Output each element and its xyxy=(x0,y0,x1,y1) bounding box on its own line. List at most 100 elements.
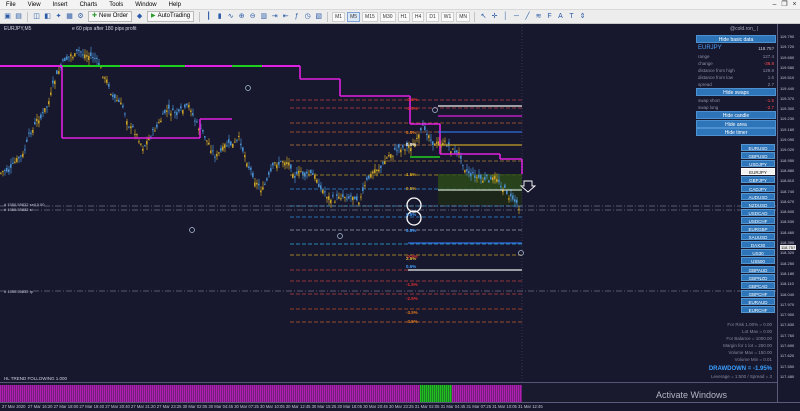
hide-timer-button[interactable]: Hide timer xyxy=(696,128,776,136)
period-icon[interactable]: ◷ xyxy=(303,12,312,21)
zone-box-dark xyxy=(438,191,522,205)
tile-windows-icon[interactable]: ▥ xyxy=(259,12,268,21)
panel-row-3: distance from low 1.6 xyxy=(696,74,776,81)
timeframe-m15[interactable]: M15 xyxy=(362,11,378,22)
symbol-button-gbpaud[interactable]: GBPAUD xyxy=(741,265,775,273)
symbol-button-gbpusd[interactable]: GBPUSD xyxy=(741,152,775,160)
symbol-button-gbpchf[interactable]: GBPCHF xyxy=(741,289,775,297)
menu-insert[interactable]: Insert xyxy=(47,0,74,10)
symbol-button-audusd[interactable]: AUDUSD xyxy=(741,192,775,200)
menu-tools[interactable]: Tools xyxy=(103,0,129,10)
menu-file[interactable]: File xyxy=(0,0,22,10)
timeframe-m5[interactable]: M5 xyxy=(347,11,361,22)
symbol-button-eurchf[interactable]: EURCHF xyxy=(741,306,775,313)
symbol-button-eurgbp[interactable]: EURGBP xyxy=(741,225,775,232)
chart-canvas[interactable] xyxy=(0,24,777,382)
symbol-button-gbpcad[interactable]: GBPCAD xyxy=(741,281,775,289)
price-chart[interactable]: EURJPY,M5 e 60 pips after 180 pips profi… xyxy=(0,24,800,407)
symbol-button-gbpnzd[interactable]: GBPNZD xyxy=(741,273,775,281)
crosshair-icon[interactable]: ✛ xyxy=(490,12,499,21)
indicator-bar xyxy=(148,385,150,403)
terminal-icon[interactable]: ▦ xyxy=(65,12,74,21)
timeframe-m1[interactable]: M1 xyxy=(332,11,346,22)
channel-icon[interactable]: ≋ xyxy=(534,12,543,21)
zoom-in-icon[interactable]: ⊕ xyxy=(237,12,246,21)
candle-body xyxy=(434,143,436,146)
symbol-button-eurusd[interactable]: EURUSD xyxy=(741,144,775,151)
tester-icon[interactable]: ⚙ xyxy=(76,12,85,21)
close-icon[interactable]: × xyxy=(790,0,799,9)
price-tick: 119.440 xyxy=(780,85,795,91)
timeframe-m30[interactable]: M30 xyxy=(379,11,396,22)
auto-scroll-icon[interactable]: ⇥ xyxy=(270,12,279,21)
price-tick: 118.040 xyxy=(780,291,795,297)
label-icon[interactable]: T xyxy=(567,12,576,21)
timeframe-d1[interactable]: D1 xyxy=(426,11,439,22)
indicator-bar xyxy=(494,385,496,403)
price-scale[interactable]: 119.790 119.720 119.650 119.580 119.510 119.4… xyxy=(777,24,800,402)
fibonacci-icon[interactable]: F xyxy=(545,12,554,21)
symbol-button-eurjpy[interactable]: EURJPY xyxy=(741,168,775,176)
templates-icon[interactable]: ▧ xyxy=(314,12,323,21)
data-window-icon[interactable]: ◧ xyxy=(43,12,52,21)
autotrading-label: AutoTrading xyxy=(157,13,191,19)
hide-basic-data-button[interactable]: Hide basic data xyxy=(696,35,776,43)
zoom-out-icon[interactable]: ⊖ xyxy=(248,12,257,21)
menu-help[interactable]: Help xyxy=(163,0,187,10)
hide-candle-button[interactable]: Hide candle xyxy=(696,111,776,119)
autotrading-button[interactable]: ▶ AutoTrading xyxy=(147,11,195,22)
timeframe-mn[interactable]: MN xyxy=(456,11,471,22)
symbol-button-usdcad[interactable]: USDCAD xyxy=(741,208,775,216)
symbol-button-euraud[interactable]: EURAUD xyxy=(741,297,775,305)
bar-chart-icon[interactable]: ┃ xyxy=(204,12,213,21)
symbol-button-us30[interactable]: US30 xyxy=(741,249,775,257)
candle-body xyxy=(126,121,128,125)
menu-charts[interactable]: Charts xyxy=(74,0,104,10)
candle-body xyxy=(446,145,448,147)
hide-area-button[interactable]: Hide area xyxy=(696,120,776,128)
time-tick: 30 Mar 23:25 xyxy=(389,404,414,409)
symbol-button-gbpjpy[interactable]: GBPJPY xyxy=(741,176,775,184)
metaeditor-icon[interactable]: ◆ xyxy=(135,12,144,21)
hide-swaps-button[interactable]: Hide swaps xyxy=(696,88,776,96)
indicators-icon[interactable]: ƒ xyxy=(292,12,301,21)
menu-view[interactable]: View xyxy=(22,0,47,10)
symbol-button-nzdusd[interactable]: NZDUSD xyxy=(741,200,775,208)
symbol-button-cadjpy[interactable]: CADJPY xyxy=(741,184,775,192)
timeframe-h4[interactable]: H4 xyxy=(411,11,425,22)
symbol-button-usdchf[interactable]: USDCHF xyxy=(741,216,775,224)
symbol-button-us500[interactable]: US500 xyxy=(741,257,775,265)
candle-body xyxy=(112,94,114,97)
new-order-button[interactable]: ✚ New Order xyxy=(88,11,133,22)
minimize-icon[interactable]: – xyxy=(770,0,779,9)
timeframe-w1[interactable]: W1 xyxy=(440,11,455,22)
indicator-bar xyxy=(390,385,392,403)
text-icon[interactable]: A xyxy=(556,12,565,21)
profiles-icon[interactable]: ▤ xyxy=(14,12,23,21)
arrows-icon[interactable]: ⇕ xyxy=(578,12,587,21)
candlestick-icon[interactable]: ▮ xyxy=(215,12,224,21)
chart-shift-icon[interactable]: ⇤ xyxy=(281,12,290,21)
horizontal-line-icon[interactable]: ─ xyxy=(512,12,521,21)
navigator-icon[interactable]: ✦ xyxy=(54,12,63,21)
indicator-bar xyxy=(266,385,268,403)
candle-body xyxy=(16,158,18,162)
trendline-icon[interactable]: ╱ xyxy=(523,12,532,21)
market-watch-icon[interactable]: ◫ xyxy=(32,12,41,21)
menu-window[interactable]: Window xyxy=(129,0,162,10)
fib-level-label: 0.5% xyxy=(406,186,417,191)
cursor-icon[interactable]: ↖ xyxy=(479,12,488,21)
symbol-button-usdjpy[interactable]: USDJPY xyxy=(741,160,775,168)
candle-body xyxy=(58,71,60,74)
symbol-button-xauusd[interactable]: XAUUSD xyxy=(741,233,775,241)
time-axis[interactable]: 27 Mar 2020 27 Mar 16:20 27 Mar 18:00 27 Ma… xyxy=(0,402,800,411)
timeframe-h1[interactable]: H1 xyxy=(397,11,410,22)
candle-body xyxy=(460,155,462,159)
vertical-line-icon[interactable]: │ xyxy=(501,12,510,21)
line-chart-icon[interactable]: ∿ xyxy=(226,12,235,21)
symbol-button-dax30[interactable]: DAX30 xyxy=(741,241,775,249)
restore-icon[interactable]: ❐ xyxy=(780,0,789,9)
indicator-bar xyxy=(338,385,340,403)
panel-row-0: range 127.4 xyxy=(696,53,776,60)
new-chart-icon[interactable]: ▣ xyxy=(3,12,12,21)
